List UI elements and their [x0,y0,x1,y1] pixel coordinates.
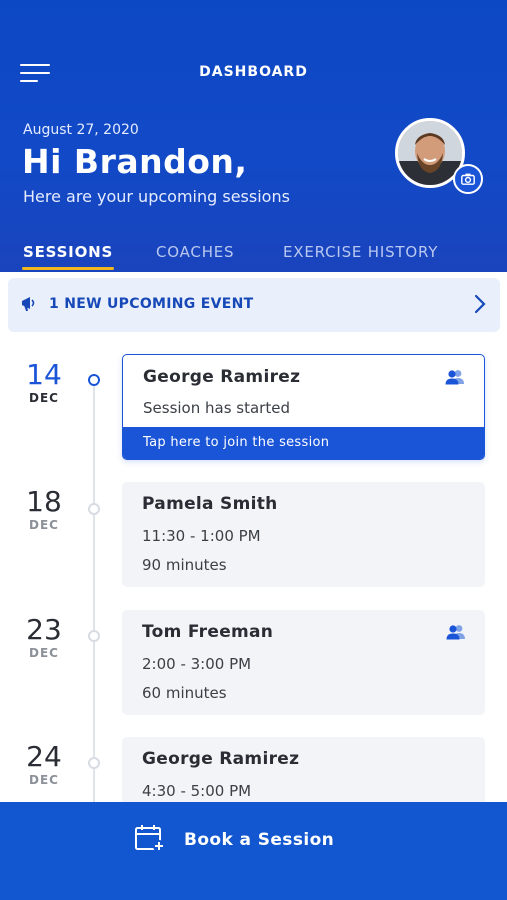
timeline-dot [88,630,100,642]
current-date: August 27, 2020 [23,122,139,138]
page-title: DASHBOARD [199,64,308,80]
tab-bar: SESSIONS COACHES EXERCISE HISTORY [0,243,507,272]
megaphone-icon [20,295,40,317]
book-session-label: Book a Session [184,830,335,850]
session-month: DEC [29,773,59,787]
session-day: 24 [26,740,62,773]
tab-exercise-history[interactable]: EXERCISE HISTORY [283,243,438,261]
coach-name: Pamela Smith [142,494,278,514]
session-day: 18 [26,485,62,518]
group-icon [444,369,466,389]
tab-sessions[interactable]: SESSIONS [23,243,113,261]
session-date: 18 DEC [22,487,66,533]
session-duration: 90 minutes [142,556,227,574]
session-date: 24 DEC [22,742,66,788]
banner-text: 1 NEW UPCOMING EVENT [49,296,254,312]
group-icon [445,624,467,644]
session-time: 11:30 - 1:00 PM [142,527,261,545]
timeline-line [93,384,95,804]
session-time: 4:30 - 5:00 PM [142,782,252,800]
timeline-dot [88,757,100,769]
header: DASHBOARD August 27, 2020 Hi Brandon, He… [0,0,507,272]
timeline-dot [88,503,100,515]
coach-name: Tom Freeman [142,622,274,642]
session-status: Session has started [143,399,290,417]
session-card-george-ramirez[interactable]: George Ramirez Session has started Tap h… [122,354,485,460]
join-session-button[interactable]: Tap here to join the session [123,427,484,459]
session-card-tom-freeman[interactable]: Tom Freeman 2:00 - 3:00 PM 60 minutes [122,610,485,715]
calendar-add-icon [134,824,166,856]
session-duration: 60 minutes [142,684,227,702]
session-day: 23 [26,613,62,646]
session-day: 14 [26,358,62,391]
chevron-right-icon [474,294,486,318]
tab-coaches[interactable]: COACHES [156,243,234,261]
greeting-subtitle: Here are your upcoming sessions [23,187,290,206]
coach-name: George Ramirez [143,367,301,387]
session-month: DEC [29,646,59,660]
session-month: DEC [29,391,59,405]
coach-name: George Ramirez [142,749,300,769]
session-date: 23 DEC [22,615,66,661]
upcoming-event-banner[interactable]: 1 NEW UPCOMING EVENT [8,278,500,332]
session-card-pamela-smith[interactable]: Pamela Smith 11:30 - 1:00 PM 90 minutes [122,482,485,587]
session-date: 14 DEC [22,360,66,406]
book-session-button[interactable]: Book a Session [0,802,507,900]
greeting: Hi Brandon, [22,142,248,181]
profile-avatar[interactable] [395,118,483,194]
camera-icon[interactable] [453,164,483,194]
timeline-dot [88,374,100,386]
session-month: DEC [29,518,59,532]
session-time: 2:00 - 3:00 PM [142,655,252,673]
active-tab-indicator [22,267,114,270]
